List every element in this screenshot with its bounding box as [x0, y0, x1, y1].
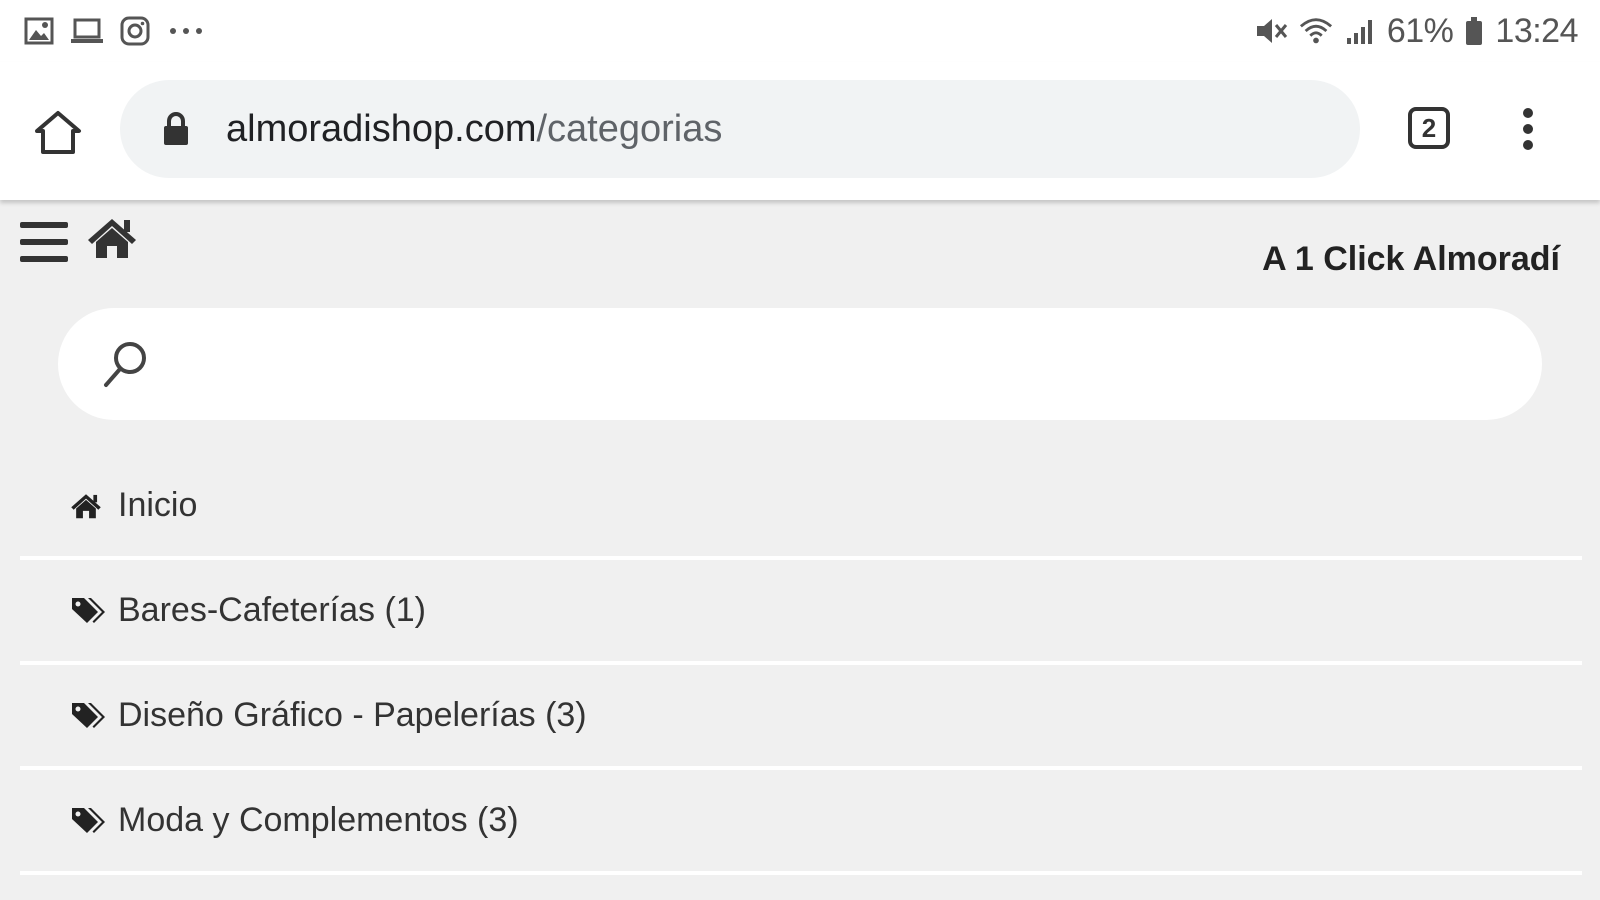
tags-icon — [70, 698, 108, 734]
site-home-icon[interactable] — [86, 216, 138, 264]
search-box[interactable] — [58, 308, 1542, 420]
more-notifications-icon — [166, 14, 206, 48]
site-title: A 1 Click Almoradí — [1262, 240, 1560, 278]
notification-icons — [22, 14, 206, 48]
browser-menu-button[interactable] — [1508, 102, 1548, 156]
url-text: almoradishop.com/categorias — [226, 108, 722, 151]
list-item-inicio[interactable]: Inicio — [20, 455, 1582, 560]
menu-dot — [1523, 140, 1533, 150]
list-item-category[interactable]: Diseño Gráfico - Papelerías (3) — [20, 665, 1582, 770]
tags-icon — [70, 593, 108, 629]
system-status: 61% 13:24 — [1255, 12, 1578, 51]
laptop-icon — [70, 14, 104, 48]
status-bar: 61% 13:24 — [0, 0, 1600, 62]
menu-line — [20, 222, 68, 228]
home-outline-icon — [35, 111, 81, 154]
browser-toolbar: almoradishop.com/categorias 2 — [0, 62, 1600, 200]
category-list: Inicio Bares-Cafeterías (1) Diseño Gráfi… — [20, 455, 1582, 875]
home-icon — [70, 488, 108, 524]
battery-percentage: 61% — [1386, 11, 1454, 50]
list-item-category[interactable]: Bares-Cafeterías (1) — [20, 560, 1582, 665]
menu-dot — [1523, 124, 1533, 134]
instagram-icon — [118, 14, 152, 48]
browser-home-button[interactable] — [28, 104, 88, 160]
list-item-label: Inicio — [118, 486, 198, 524]
search-icon[interactable] — [98, 336, 154, 392]
list-item-label: Moda y Complementos (3) — [118, 801, 519, 839]
site-header: A 1 Click Almoradí — [0, 200, 1600, 300]
address-bar[interactable]: almoradishop.com/categorias — [120, 80, 1360, 178]
url-path: /categorias — [536, 107, 723, 150]
list-item-label: Diseño Gráfico - Papelerías (3) — [118, 696, 587, 734]
signal-icon — [1343, 14, 1377, 48]
battery-icon — [1463, 14, 1485, 48]
clock: 13:24 — [1495, 11, 1578, 50]
tab-count: 2 — [1421, 112, 1437, 143]
hamburger-menu-icon[interactable] — [20, 222, 68, 262]
list-item-category[interactable]: Moda y Complementos (3) — [20, 770, 1582, 875]
search-input[interactable] — [178, 328, 1512, 402]
list-item-label: Bares-Cafeterías (1) — [118, 591, 426, 629]
menu-dot — [1523, 108, 1533, 118]
gallery-icon — [22, 14, 56, 48]
tags-icon — [70, 803, 108, 839]
menu-line — [20, 239, 68, 245]
tab-switcher-button[interactable]: 2 — [1408, 107, 1450, 149]
wifi-icon — [1299, 14, 1333, 48]
lock-icon — [162, 111, 192, 147]
url-host: almoradishop.com — [226, 107, 537, 150]
menu-line — [20, 256, 68, 262]
mute-icon — [1255, 14, 1289, 48]
